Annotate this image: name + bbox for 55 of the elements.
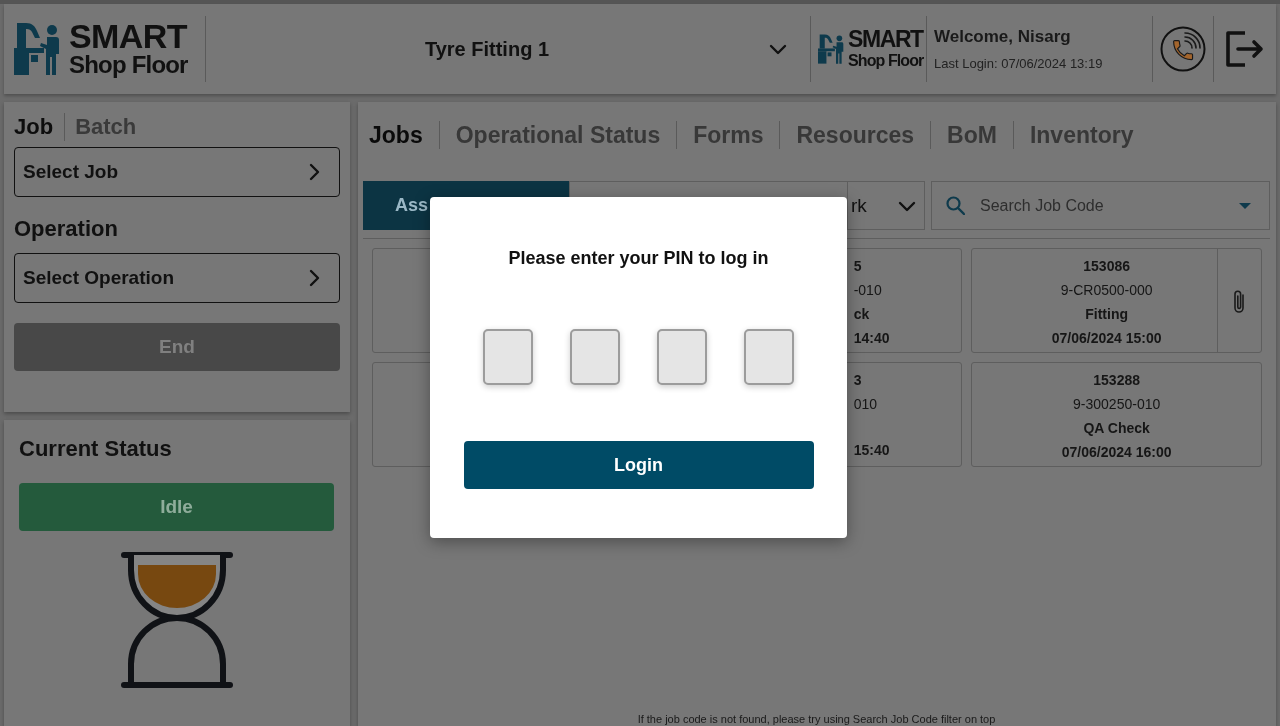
tab[interactable]: BoM <box>947 120 997 150</box>
worker-machine-icon <box>14 22 62 76</box>
hourglass-icon <box>120 552 233 688</box>
panel-title: Current Status <box>19 435 172 463</box>
tab[interactable]: Resources <box>796 120 915 150</box>
status-indicator: Idle <box>19 483 334 531</box>
tab[interactable]: Jobs <box>369 120 423 150</box>
logo-text: SMART <box>69 20 188 51</box>
logo-text: Shop Floor <box>848 51 924 71</box>
tab[interactable]: Inventory <box>1029 120 1134 150</box>
due-date: 15:40 <box>853 441 890 460</box>
operation-name: ck <box>853 305 870 324</box>
job-card[interactable]: 153086 9-CR0500-000 Fitting 07/06/2024 15:00 <box>971 248 1262 353</box>
phone-icon[interactable] <box>1160 26 1206 72</box>
line-select[interactable]: Tyre Fitting 1 <box>206 16 810 82</box>
operation-name: QA Check <box>1083 419 1150 438</box>
logo-text: SMART <box>848 27 924 51</box>
last-login-text: Last Login: 07/06/2024 13:19 <box>934 56 1103 71</box>
tab[interactable]: Job <box>14 113 54 141</box>
search-field[interactable]: Search Job Code <box>931 181 1270 230</box>
pin-field[interactable] <box>657 329 707 385</box>
logout-icon[interactable] <box>1226 31 1264 67</box>
job-number: 5 <box>853 257 862 276</box>
pin-field[interactable] <box>483 329 533 385</box>
due-date: 07/06/2024 15:00 <box>1051 329 1162 348</box>
select-button[interactable]: Select Operation <box>14 253 340 303</box>
dialog-title: Please enter your PIN to log in <box>508 247 769 270</box>
logo-text: Shop Floor <box>69 50 188 78</box>
pin-field[interactable] <box>744 329 794 385</box>
tab[interactable]: Batch <box>75 113 137 141</box>
due-date: 14:40 <box>853 329 890 348</box>
hint-text: If the job code is not found, please try using Search Job Code filter on top <box>637 713 996 726</box>
tab[interactable]: Forms <box>693 120 764 150</box>
job-number: 153086 <box>1083 257 1130 276</box>
job-number: 3 <box>853 371 862 390</box>
chevron-right-icon <box>308 163 321 181</box>
part-number: -010 <box>853 281 882 300</box>
due-date: 07/06/2024 16:00 <box>1061 443 1172 462</box>
chevron-right-icon <box>308 269 321 287</box>
job-number: 153288 <box>1093 371 1140 390</box>
job-card[interactable]: 153288 9-300250-010 QA Check 07/06/2024 16:00 <box>971 362 1262 467</box>
pin-field[interactable] <box>570 329 620 385</box>
search-icon <box>946 196 965 215</box>
paperclip-icon[interactable] <box>1233 288 1246 313</box>
login-button[interactable]: Login <box>463 441 814 489</box>
filter-dropdown[interactable]: rk <box>848 181 925 230</box>
caret-down-icon <box>1239 202 1251 209</box>
tab[interactable]: Operational Status <box>455 120 661 150</box>
operation-name: Fitting <box>1085 305 1129 324</box>
part-number: 9-CR0500-000 <box>1060 281 1153 300</box>
select-button[interactable]: Select Job <box>14 147 340 197</box>
section-heading: Operation <box>14 215 118 243</box>
part-number: 010 <box>853 395 877 414</box>
welcome-text: Welcome, Nisarg <box>934 27 1071 47</box>
part-number: 9-300250-010 <box>1073 395 1161 414</box>
